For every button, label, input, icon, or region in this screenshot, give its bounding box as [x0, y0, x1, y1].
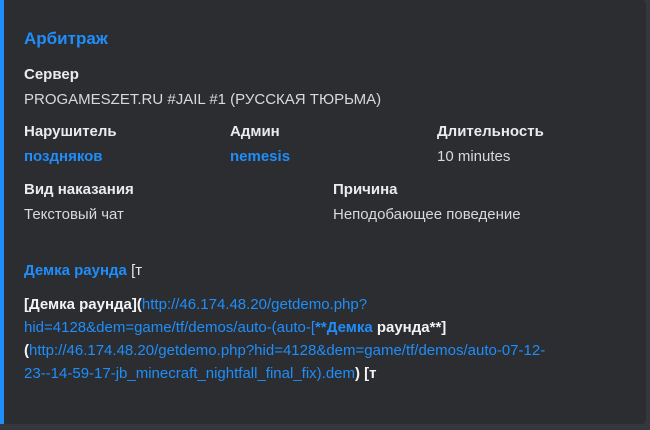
markdown-bold-marker: ** [315, 319, 327, 336]
demo-bold-link[interactable]: Демка [327, 319, 373, 336]
markdown-bracket-text: [Демка раунда]( [24, 296, 142, 313]
description-tail: ) [т [355, 365, 377, 382]
embed-title: Арбитраж [24, 29, 108, 48]
field-name-server: Сервер [24, 66, 79, 83]
field-name-admin: Админ [230, 123, 280, 140]
admin-link[interactable]: nemesis [230, 148, 290, 165]
field-name-duration: Длительность [437, 123, 544, 140]
demo-bold-text: раунда**] [372, 319, 447, 336]
demo-url-link-2-cont[interactable]: 23--14-59-17-jb_minecraft_nightfall_fina… [24, 365, 355, 382]
demo-link[interactable]: Демка раунда [24, 262, 127, 279]
description-line-4: 23--14-59-17-jb_minecraft_nightfall_fina… [24, 362, 636, 385]
field-value-duration: 10 minutes [437, 148, 511, 165]
description-line-2: hid=4128&dem=game/tf/demos/auto-(auto-[*… [24, 316, 636, 339]
description-heading: Демка раунда [т [24, 262, 142, 279]
demo-url-link-1-cont[interactable]: hid=4128&dem=game/tf/demos/auto-(auto-[ [24, 319, 315, 336]
field-name-offender: Нарушитель [24, 123, 117, 140]
arbitration-embed: Арбитраж Сервер PROGAMESZET.RU #JAIL #1 … [0, 0, 646, 424]
field-name-punishment: Вид наказания [24, 181, 134, 198]
field-value-punishment: Текстовый чат [24, 206, 124, 223]
description-heading-tail: [т [126, 262, 143, 279]
description-line-3: (http://46.174.48.20/getdemo.php?hid=412… [24, 339, 636, 362]
demo-url-link-1[interactable]: http://46.174.48.20/getdemo.php? [142, 296, 367, 313]
field-value-reason: Неподобающее поведение [333, 206, 521, 223]
description-body: [Демка раунда](http://46.174.48.20/getde… [24, 293, 636, 385]
demo-url-link-2[interactable]: http://46.174.48.20/getdemo.php?hid=4128… [29, 342, 545, 359]
field-name-reason: Причина [333, 181, 398, 198]
description-line-1: [Демка раунда](http://46.174.48.20/getde… [24, 293, 636, 316]
offender-link[interactable]: поздняков [24, 148, 103, 165]
field-value-server: PROGAMESZET.RU #JAIL #1 (РУССКАЯ ТЮРЬМА) [24, 91, 382, 108]
